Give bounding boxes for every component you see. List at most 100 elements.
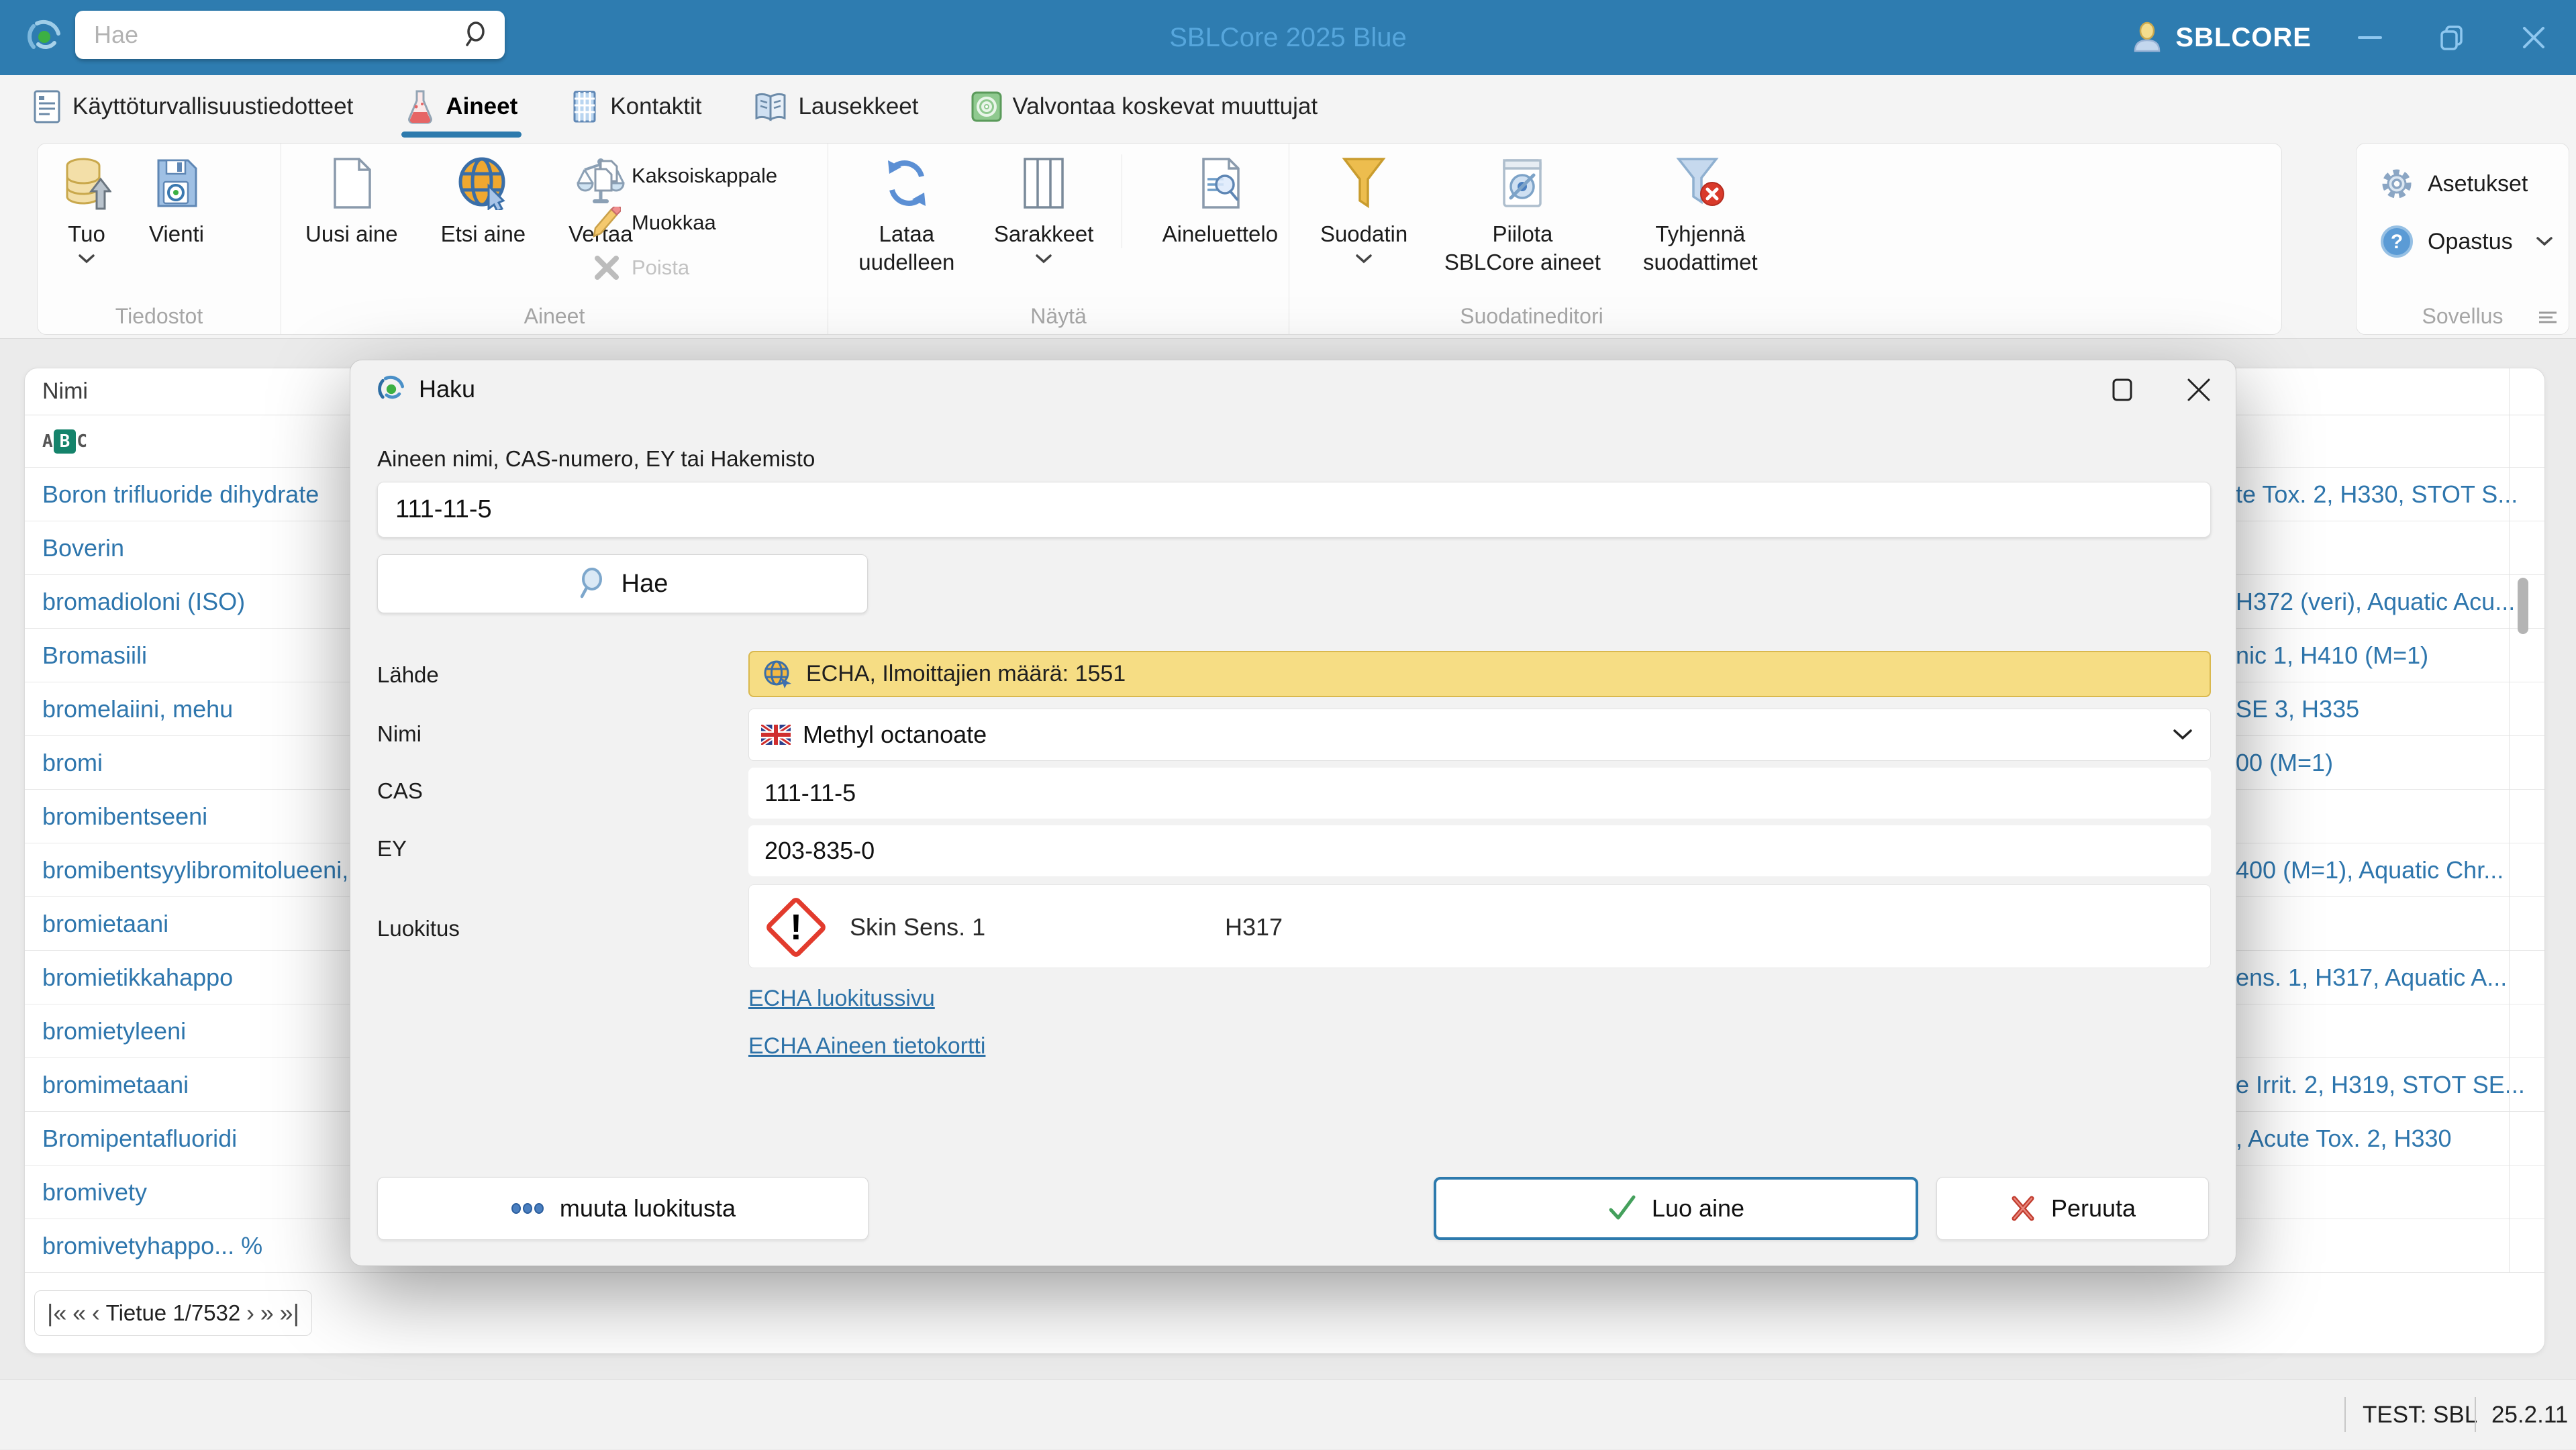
ey-label: EY xyxy=(377,836,407,861)
database-import-icon xyxy=(62,154,111,212)
new-page-icon xyxy=(331,154,373,212)
record-counter: Tietue 1/7532 xyxy=(105,1300,241,1325)
change-classification-button[interactable]: muuta luokitusta xyxy=(377,1177,869,1240)
ribbon-app-card: Asetukset ? Opastus Sovellus xyxy=(2356,143,2569,335)
previous-record-button[interactable]: ‹ xyxy=(92,1301,100,1325)
find-substance-button[interactable]: Etsi aine xyxy=(441,154,526,248)
tab-label: Valvontaa koskevat muuttujat xyxy=(1012,93,1318,119)
delete-x-icon xyxy=(593,254,621,282)
filter-button[interactable]: Suodatin xyxy=(1309,154,1418,264)
dialog-title: Haku xyxy=(419,375,476,403)
tab-valvontaa-koskevat-muuttujat[interactable]: Valvontaa koskevat muuttujat xyxy=(971,75,1318,138)
edit-button[interactable]: Muokkaa xyxy=(593,207,777,239)
tab-aineet[interactable]: Aineet xyxy=(401,75,522,138)
echa-classification-link[interactable]: ECHA luokitussivu xyxy=(748,986,935,1012)
user-icon xyxy=(2131,21,2163,54)
duplicate-button[interactable]: Kaksoiskappale xyxy=(593,160,777,192)
next-record-button[interactable]: › xyxy=(246,1301,254,1325)
version-label: 25.2.11 xyxy=(2491,1401,2569,1428)
dialog-maximize-button[interactable] xyxy=(2105,372,2140,407)
search-icon[interactable] xyxy=(463,21,490,48)
pencil-icon xyxy=(593,207,621,239)
reload-button[interactable]: Lataa uudelleen xyxy=(847,154,967,276)
settings-button[interactable]: Asetukset xyxy=(2379,166,2569,201)
account-label: SBLCORE xyxy=(2175,22,2312,52)
dialog-titlebar: Haku xyxy=(376,374,475,405)
hide-sblcore-substances-button[interactable]: Piilota SBLCore aineet xyxy=(1442,154,1602,276)
svg-text:?: ? xyxy=(2391,231,2403,253)
chevron-down-icon xyxy=(1355,254,1373,264)
cas-label: CAS xyxy=(377,778,423,803)
new-substance-button[interactable]: Uusi aine xyxy=(305,154,398,248)
minimize-button[interactable] xyxy=(2346,14,2393,61)
restore-button[interactable] xyxy=(2428,14,2475,61)
tab-kontaktit[interactable]: Kontaktit xyxy=(570,75,701,138)
close-button[interactable] xyxy=(2510,14,2557,61)
target-icon xyxy=(971,91,1002,122)
group-caption: Tiedostot xyxy=(115,304,203,328)
statusbar: TEST: SBL 25.2.11 xyxy=(0,1379,2576,1449)
classification-label: Luokitus xyxy=(377,916,460,941)
help-button[interactable]: ? Opastus xyxy=(2379,224,2569,259)
search-icon xyxy=(577,568,607,600)
substance-list-button[interactable]: Aineluettelo xyxy=(1121,154,1289,248)
export-button[interactable]: Vienti xyxy=(149,154,204,248)
funnel-clear-icon xyxy=(1673,154,1727,212)
create-substance-button[interactable]: Luo aine xyxy=(1434,1177,1918,1240)
group-caption: Aineet xyxy=(524,304,585,328)
query-input[interactable] xyxy=(378,482,2210,537)
columns-icon xyxy=(1022,154,1065,212)
source-banner: ECHA, Ilmoittajien määrä: 1551 xyxy=(748,651,2211,697)
dialog-search-button[interactable]: Hae xyxy=(377,554,868,613)
clear-filters-button[interactable]: Tyhjennä suodattimet xyxy=(1627,154,1774,276)
ey-value-field: 203-835-0 xyxy=(748,825,2211,876)
ghs07-exclamation-pictogram: ! xyxy=(766,898,826,957)
group-options-icon[interactable] xyxy=(2538,310,2558,325)
chevron-down-icon xyxy=(78,254,95,264)
chevron-down-icon xyxy=(2536,236,2553,247)
search-dialog: Haku Aineen nimi, CAS-numero, EY tai Hak… xyxy=(350,360,2236,1266)
dots-icon xyxy=(510,1202,545,1214)
duplicate-pages-icon xyxy=(593,160,621,192)
account-button[interactable]: SBLCORE xyxy=(2131,21,2312,54)
echa-infocard-link[interactable]: ECHA Aineen tietokortti xyxy=(748,1033,985,1059)
cas-value-field: 111-11-5 xyxy=(748,768,2211,819)
group-caption: Suodatineditori xyxy=(1460,304,1603,328)
last-record-button[interactable]: »| xyxy=(280,1301,299,1325)
record-navigator: |« « ‹ Tietue 1/7532 › » »| xyxy=(34,1290,312,1336)
import-button[interactable]: Tuo xyxy=(62,154,111,264)
name-dropdown[interactable]: Methyl octanoate xyxy=(748,709,2211,761)
document-search-icon xyxy=(1198,154,1242,212)
query-field xyxy=(377,482,2211,537)
refresh-icon xyxy=(881,154,932,212)
tab-label: Käyttöturvallisuustiedotteet xyxy=(72,93,354,119)
tab-label: Aineet xyxy=(446,93,518,119)
name-label: Nimi xyxy=(377,721,422,746)
ribbon-group-suodatineditori: Suodatin Piilota SBLCore aineet Tyhjennä… xyxy=(1289,144,1774,334)
tab-lausekkeet[interactable]: Lausekkeet xyxy=(754,75,919,138)
ribbon: Tuo Vienti Tiedostot Uusi aine Etsi aine… xyxy=(0,138,2576,339)
red-x-icon xyxy=(2010,1195,2036,1222)
globe-search-icon xyxy=(456,154,510,212)
titlebar: SBLCore 2025 Blue SBLCORE xyxy=(0,0,2576,75)
global-search-input[interactable] xyxy=(75,21,463,49)
help-icon: ? xyxy=(2379,224,2414,259)
columns-button[interactable]: Sarakkeet xyxy=(993,154,1095,264)
column-separator xyxy=(2509,368,2510,1273)
delete-button[interactable]: Poista xyxy=(593,254,777,282)
tab-label: Kontaktit xyxy=(610,93,702,119)
first-record-button[interactable]: |« xyxy=(47,1301,66,1325)
forward-records-button[interactable]: » xyxy=(260,1301,274,1325)
chevron-down-icon xyxy=(2173,729,2193,741)
dialog-close-button[interactable] xyxy=(2181,372,2216,407)
book-icon xyxy=(754,91,787,122)
ribbon-group-aineet: Uusi aine Etsi aine Kaksoiskappale Muokk… xyxy=(281,144,828,334)
abc-filter-icon: ABC xyxy=(42,429,87,454)
cancel-button[interactable]: Peruuta xyxy=(1936,1177,2209,1240)
vertical-scrollbar-thumb[interactable] xyxy=(2518,578,2528,634)
tab-kayttoturvallisuustiedotteet[interactable]: Käyttöturvallisuustiedotteet xyxy=(32,75,353,138)
ribbon-group-nayta: Lataa uudelleen Sarakkeet Aineluettelo N… xyxy=(828,144,1289,334)
query-label: Aineen nimi, CAS-numero, EY tai Hakemist… xyxy=(377,446,815,471)
rewind-records-button[interactable]: « xyxy=(72,1301,86,1325)
classification-box: ! Skin Sens. 1 H317 xyxy=(748,884,2211,968)
